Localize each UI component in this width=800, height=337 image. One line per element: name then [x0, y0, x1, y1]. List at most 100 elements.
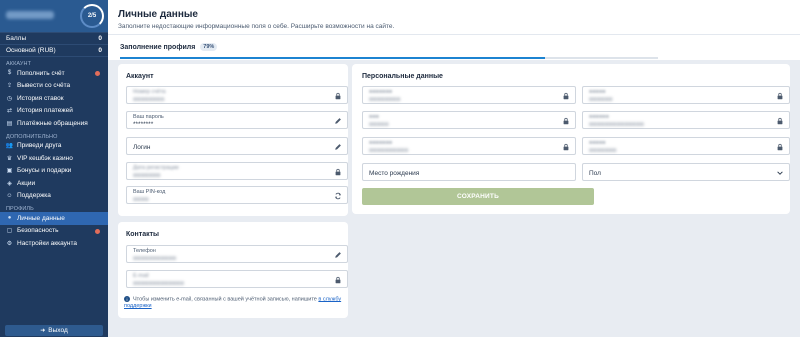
upload-icon: ⇪ [6, 83, 13, 90]
lock-icon [333, 167, 342, 176]
birthplace-input[interactable]: Место рождения [362, 163, 576, 181]
city-field[interactable]: ●●●●● ●●●●●●● [582, 137, 790, 155]
sidebar-item-label: Настройки аккаунта [17, 239, 78, 247]
field-label: Ваш пароль [133, 114, 164, 120]
field-value-blurred: ●●●●●●●●●● [369, 147, 409, 154]
sidebar-item-label: Акции [17, 179, 36, 187]
balance-points-label: Баллы [6, 35, 27, 42]
page-subtitle: Заполните недостающие информационные пол… [118, 23, 395, 30]
pencil-icon[interactable] [333, 250, 342, 259]
lock-icon [333, 275, 342, 284]
field-label-blurred: ●●●●●● [589, 114, 609, 120]
registration-date-field[interactable]: Дата регистрации ●●●●●●● [126, 162, 348, 180]
account-number-field[interactable]: Номер счёта ●●●●●●●● [126, 86, 348, 104]
progress-track [120, 57, 658, 59]
field-value-blurred: ●●●●●●●● [133, 96, 165, 103]
tag-icon: ◈ [7, 180, 12, 187]
sidebar-item-label: История ставок [17, 94, 64, 102]
field-label: Номер счёта [133, 89, 166, 95]
pencil-icon[interactable] [333, 142, 342, 151]
username-blurred [6, 11, 54, 19]
note-text: Чтобы изменить e-mail, связанный с вашей… [133, 296, 317, 303]
account-title: Аккаунт [126, 73, 154, 80]
profile-progress-text: 2/5 [87, 13, 97, 19]
notification-dot [95, 71, 100, 76]
first-name-field[interactable]: ●●● ●●●●● [362, 111, 576, 129]
sidebar-item-bet-history[interactable]: ◷ История ставок [0, 92, 108, 105]
lock-icon [333, 91, 342, 100]
lock-icon [775, 116, 784, 125]
balance-points-value: 0 [98, 35, 102, 42]
password-field[interactable]: Ваш пароль ******** [126, 111, 348, 129]
lock-icon [561, 116, 570, 125]
users-icon: 👥 [5, 143, 14, 150]
email-field[interactable]: E-mail ●●●●●●●●●●●●● [126, 270, 348, 288]
info-icon: i [124, 296, 130, 302]
sidebar-item-deposit[interactable]: $ Пополнить счёт [0, 67, 108, 80]
sidebar-item-promotions[interactable]: ◈ Акции [0, 177, 108, 190]
sidebar-item-support[interactable]: ☺ Поддержка [0, 190, 108, 203]
middle-name-field[interactable]: ●●●●●●● ●●●●●●●●●● [362, 137, 576, 155]
sidebar-item-label: Вывести со счёта [17, 82, 71, 90]
field-label-blurred: ●●● [369, 114, 379, 120]
sidebar-item-referral[interactable]: 👥 Приведи друга [0, 140, 108, 153]
crown-icon: ♛ [6, 155, 13, 162]
lock-icon [561, 91, 570, 100]
pencil-icon[interactable] [333, 116, 342, 125]
balance-points[interactable]: Баллы 0 [0, 32, 108, 44]
main-content: Личные данные Заполните недостающие инфо… [108, 0, 800, 337]
field-value-blurred: ●●●●●● [589, 96, 613, 103]
sidebar-item-payment-history[interactable]: ⇄ История платежей [0, 105, 108, 118]
user-icon: ● [7, 215, 12, 222]
completion-badge: 79% [200, 43, 218, 51]
email-change-note: i Чтобы изменить e-mail, связанный с ваше… [124, 296, 344, 310]
region-field[interactable]: ●●●●●● ●●●●●●●●●●●●●● [582, 111, 790, 129]
sidebar-item-vip-cashback[interactable]: ♛ VIP кешбэк казино [0, 152, 108, 165]
tab-profile-completion[interactable]: Заполнение профиля 79% [120, 43, 218, 51]
sidebar-item-label: Пополнить счёт [17, 69, 65, 77]
field-value-blurred: ●●●●●●●●●●● [133, 255, 177, 262]
dollar-icon: $ [7, 70, 12, 77]
progress-fill [120, 57, 546, 59]
logout-label: Выход [48, 327, 68, 334]
profile-progress-ring[interactable]: 2/5 [80, 4, 104, 28]
save-button[interactable]: СОХРАНИТЬ [362, 188, 594, 205]
field-value-blurred: ●●●●●●●● [369, 96, 401, 103]
lock-icon: ▢ [6, 228, 13, 235]
logout-button[interactable]: ➜ Выход [5, 325, 103, 336]
sidebar: 2/5 Баллы 0 Основной (RUB) 0 АККАУНТ $ П… [0, 0, 108, 337]
sidebar-item-personal-data[interactable]: ● Личные данные [0, 212, 108, 225]
phone-field[interactable]: Телефон ●●●●●●●●●●● [126, 245, 348, 263]
personal-data-title: Персональные данные [362, 73, 443, 80]
country-field[interactable]: ●●●●● ●●●●●● [582, 86, 790, 104]
contacts-title: Контакты [126, 231, 160, 238]
transfer-icon: ⇄ [6, 108, 13, 115]
pin-code-field[interactable]: Ваш PIN-код ●●●● [126, 186, 348, 204]
last-name-field[interactable]: ●●●●●●● ●●●●●●●● [362, 86, 576, 104]
sidebar-item-label: Бонусы и подарки [17, 167, 72, 175]
document-icon: ▤ [6, 120, 13, 127]
balance-main-label: Основной (RUB) [6, 47, 56, 54]
history-icon: ◷ [6, 95, 13, 102]
section-account-title: АККАУНТ [6, 61, 32, 67]
lock-icon [775, 91, 784, 100]
sidebar-item-bonuses[interactable]: ▣ Бонусы и подарки [0, 165, 108, 178]
gear-icon: ⚙ [6, 240, 13, 247]
notification-dot [95, 228, 100, 234]
gender-select[interactable]: Пол [582, 163, 790, 181]
sidebar-item-security[interactable]: ▢ Безопасность [0, 225, 108, 238]
section-profile-title: ПРОФИЛЬ [6, 206, 34, 212]
sidebar-item-payment-requests[interactable]: ▤ Платёжные обращения [0, 117, 108, 130]
account-card: Аккаунт Номер счёта ●●●●●●●● Ваш пароль … [118, 64, 348, 216]
balance-main[interactable]: Основной (RUB) 0 [0, 44, 108, 56]
field-label-blurred: ●●●●● [589, 140, 606, 146]
login-field[interactable]: Логин [126, 137, 348, 155]
refresh-icon[interactable] [333, 191, 342, 200]
sidebar-item-withdraw[interactable]: ⇪ Вывести со счёта [0, 80, 108, 93]
page-header: Личные данные Заполните недостающие инфо… [108, 0, 800, 34]
sidebar-item-account-settings[interactable]: ⚙ Настройки аккаунта [0, 237, 108, 250]
field-label-blurred: ●●●●● [589, 89, 606, 95]
sidebar-item-label: Приведи друга [17, 142, 62, 150]
lock-icon [561, 142, 570, 151]
section-extra-title: ДОПОЛНИТЕЛЬНО [6, 133, 58, 140]
